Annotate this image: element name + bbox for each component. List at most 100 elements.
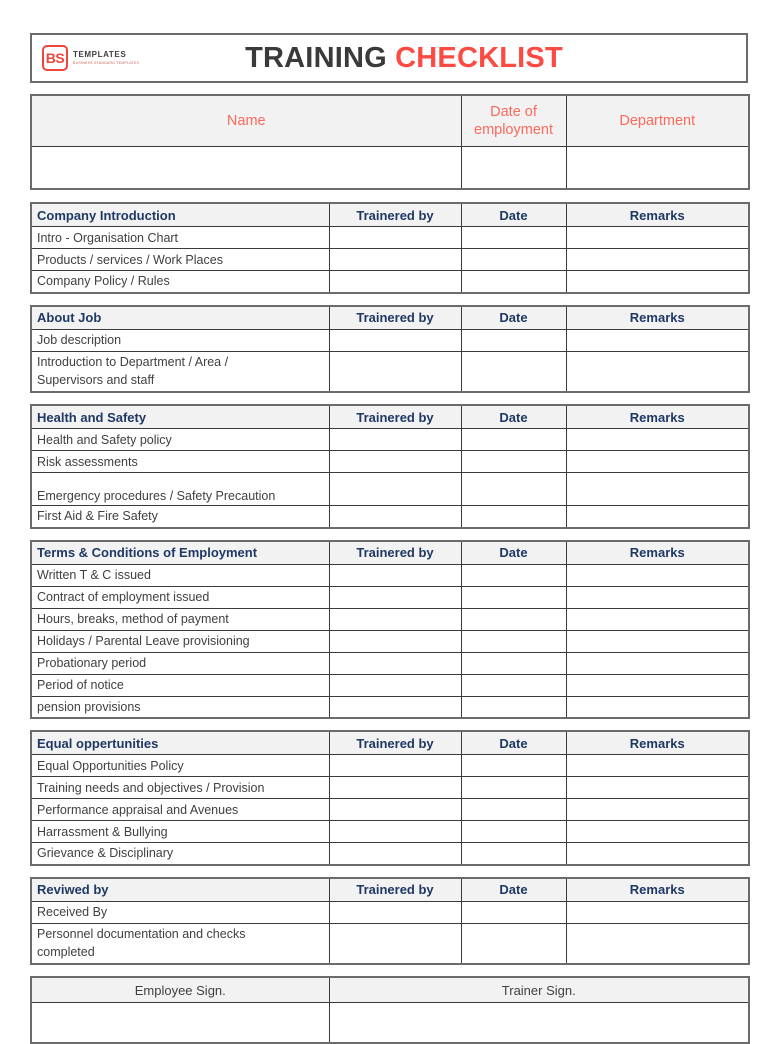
checklist-item-label: Equal Opportunities Policy [30, 754, 330, 777]
date-cell[interactable] [460, 754, 567, 777]
info-header-department: Department [565, 94, 750, 147]
trainer-cell[interactable] [328, 754, 462, 777]
remarks-cell[interactable] [565, 505, 750, 528]
date-cell[interactable] [460, 820, 567, 843]
checklist-row: Performance appraisal and Avenues [30, 798, 750, 821]
remarks-cell[interactable] [565, 428, 750, 451]
date-cell[interactable] [460, 922, 567, 965]
column-header-date: Date [460, 877, 567, 902]
employee-sign-input[interactable] [30, 1002, 330, 1044]
section-header-row: Reviwed by Trainered by Date Remarks [30, 877, 750, 902]
date-cell[interactable] [460, 585, 567, 609]
date-cell[interactable] [460, 563, 567, 587]
info-header-row: Name Date of employment Department [30, 94, 750, 147]
checklist-item-label: First Aid & Fire Safety [30, 505, 330, 528]
date-of-employment-line1: Date of [490, 103, 537, 120]
date-cell[interactable] [460, 428, 567, 451]
department-input[interactable] [565, 146, 750, 190]
date-cell[interactable] [460, 350, 567, 393]
date-cell[interactable] [460, 695, 567, 719]
section-header-row: Terms & Conditions of Employment Trainere… [30, 540, 750, 565]
remarks-cell[interactable] [565, 900, 750, 924]
checklist-row: Health and Safety policy [30, 428, 750, 451]
checklist-item-label: Personnel documentation and checks comple… [30, 922, 330, 965]
date-cell[interactable] [460, 629, 567, 653]
remarks-cell[interactable] [565, 472, 750, 506]
remarks-cell[interactable] [565, 248, 750, 271]
remarks-cell[interactable] [565, 651, 750, 675]
remarks-cell[interactable] [565, 629, 750, 653]
trainer-cell[interactable] [328, 428, 462, 451]
trainer-cell[interactable] [328, 695, 462, 719]
remarks-cell[interactable] [565, 450, 750, 473]
remarks-cell[interactable] [565, 754, 750, 777]
trainer-cell[interactable] [328, 270, 462, 293]
trainer-cell[interactable] [328, 900, 462, 924]
checklist-row: Received By [30, 900, 750, 924]
date-cell[interactable] [460, 248, 567, 271]
trainer-cell[interactable] [328, 226, 462, 249]
checklist-item-label: Introduction to Department / Area / Super… [30, 350, 330, 393]
info-header-date-of-employment: Date of employment [460, 94, 567, 147]
checklist-row: Company Policy / Rules [30, 270, 750, 293]
remarks-cell[interactable] [565, 842, 750, 865]
column-header-trainer: Trainered by [328, 404, 462, 429]
logo-wordmark: TEMPLATES [73, 49, 127, 59]
trainer-cell[interactable] [328, 505, 462, 528]
trainer-cell[interactable] [328, 585, 462, 609]
trainer-cell[interactable] [328, 842, 462, 865]
remarks-cell[interactable] [565, 270, 750, 293]
remarks-cell[interactable] [565, 226, 750, 249]
date-cell[interactable] [460, 900, 567, 924]
trainer-cell[interactable] [328, 328, 462, 352]
trainer-cell[interactable] [328, 563, 462, 587]
checklist-item-label: Period of notice [30, 673, 330, 697]
date-cell[interactable] [460, 842, 567, 865]
trainer-cell[interactable] [328, 798, 462, 821]
column-header-date: Date [460, 404, 567, 429]
trainer-cell[interactable] [328, 450, 462, 473]
date-of-employment-input[interactable] [460, 146, 567, 190]
remarks-cell[interactable] [565, 922, 750, 965]
column-header-trainer: Trainered by [328, 202, 462, 227]
trainer-cell[interactable] [328, 248, 462, 271]
remarks-cell[interactable] [565, 585, 750, 609]
remarks-cell[interactable] [565, 350, 750, 393]
trainer-cell[interactable] [328, 350, 462, 393]
trainer-cell[interactable] [328, 673, 462, 697]
employee-info-table: Name Date of employment Department [30, 94, 750, 190]
checklist-section: Health and Safety Trainered by Date Remarks… [30, 404, 750, 529]
trainer-cell[interactable] [328, 472, 462, 506]
remarks-cell[interactable] [565, 776, 750, 799]
date-cell[interactable] [460, 673, 567, 697]
remarks-cell[interactable] [565, 695, 750, 719]
date-cell[interactable] [460, 328, 567, 352]
column-header-trainer: Trainered by [328, 305, 462, 330]
date-cell[interactable] [460, 472, 567, 506]
trainer-cell[interactable] [328, 651, 462, 675]
date-cell[interactable] [460, 450, 567, 473]
trainer-cell[interactable] [328, 776, 462, 799]
checklist-row: Contract of employment issued [30, 585, 750, 609]
trainer-sign-input[interactable] [328, 1002, 750, 1044]
date-cell[interactable] [460, 505, 567, 528]
date-cell[interactable] [460, 607, 567, 631]
date-cell[interactable] [460, 798, 567, 821]
name-input[interactable] [30, 146, 462, 190]
remarks-cell[interactable] [565, 328, 750, 352]
date-cell[interactable] [460, 270, 567, 293]
trainer-cell[interactable] [328, 629, 462, 653]
remarks-cell[interactable] [565, 563, 750, 587]
trainer-cell[interactable] [328, 820, 462, 843]
trainer-cell[interactable] [328, 922, 462, 965]
remarks-cell[interactable] [565, 673, 750, 697]
remarks-cell[interactable] [565, 798, 750, 821]
date-cell[interactable] [460, 226, 567, 249]
trainer-cell[interactable] [328, 607, 462, 631]
date-cell[interactable] [460, 776, 567, 799]
column-header-remarks: Remarks [565, 404, 750, 429]
checklist-item-label: pension provisions [30, 695, 330, 719]
date-cell[interactable] [460, 651, 567, 675]
remarks-cell[interactable] [565, 820, 750, 843]
remarks-cell[interactable] [565, 607, 750, 631]
